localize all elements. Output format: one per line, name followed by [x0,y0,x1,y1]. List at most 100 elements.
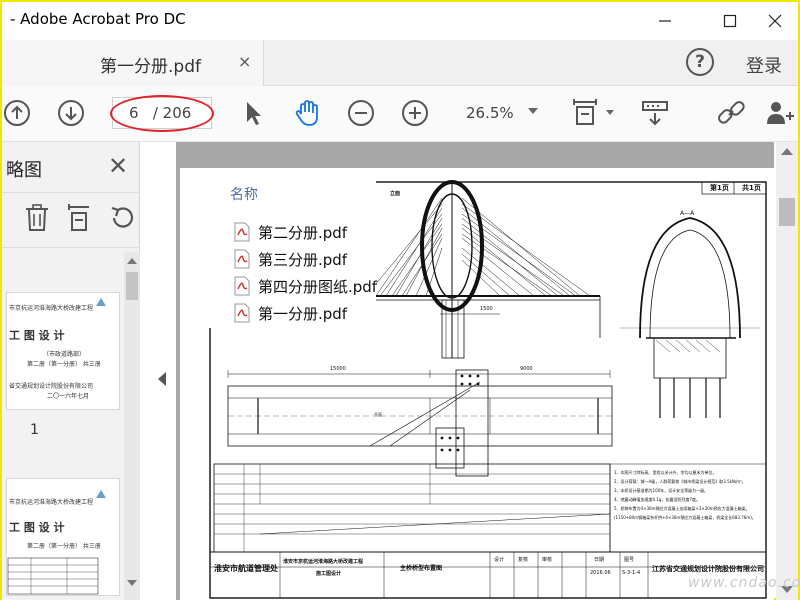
minimize-icon [659,20,671,22]
minus-circle-icon [348,100,374,126]
title-block-drawing-name: 主桥桥型布置图 [400,565,443,572]
window-title: - Adobe Acrobat Pro DC [10,10,186,28]
note-line: 4、地震动峰值加速度0.1g，抗震设防烈度7度。 [614,497,700,502]
delete-page-button[interactable] [24,204,50,232]
plan-label: 平面 [374,412,382,417]
title-bar: - Adobe Acrobat Pro DC [2,2,798,40]
page-thumbnail-2[interactable]: 市京杭运河淮海路大桥改建工程 工 图 设 计 第二册（第一分册） 共三册 [6,478,120,596]
panel-title: 略图 [6,160,42,181]
file-item[interactable]: 第一分册.pdf [234,301,347,325]
scroll-mode-button[interactable] [640,98,670,128]
logo-icon [96,490,106,498]
thumb-text: 第二册（第一分册） 共三册 [27,543,101,550]
panel-splitter[interactable] [140,142,176,600]
toolbar: 6 / 206 26.5% [2,86,798,142]
plus-circle-icon [402,100,428,126]
sheet-number: 第1页 [710,184,729,192]
help-icon[interactable]: ? [686,48,714,76]
minimize-button[interactable] [642,2,688,40]
add-user-button[interactable] [764,98,794,128]
thumbnail-scrollbar[interactable] [124,252,140,600]
tab-close-icon[interactable]: × [238,52,251,71]
hand-tool-button[interactable] [292,98,322,128]
title-block-design: 设计 [494,557,505,563]
title-block-stage: 施工图设计 [316,571,342,577]
document-tab-label: 第一分册.pdf [100,57,201,77]
title-block-company: 江苏省交通规划设计院股份有限公司 [652,565,764,573]
title-block-review: 复核 [518,557,529,563]
next-page-button[interactable] [56,98,86,128]
logo-icon [96,298,106,306]
thumbnail-scroll-thumb[interactable] [126,272,138,300]
file-item[interactable]: 第二分册.pdf [234,220,347,244]
thumb-text: 市京杭运河淮海路大桥改建工程 [9,499,94,506]
chevron-down-icon[interactable] [528,108,538,114]
thumb-text: 市京杭运河淮海路大桥改建工程 [9,305,94,312]
title-block-authority: 淮安市航道管理处 [214,564,278,573]
scroll-up-icon[interactable] [781,148,793,155]
note-line: 5、桥跨布置为4×30m预应力混凝土连续箱梁+3×30m预应力混凝土箱梁。 [614,506,750,511]
thumb-text: 二〇一六年七月 [47,393,90,400]
thumbnails-panel: 略图 ✕ 市京杭运河淮海路大桥改建工程 工 图 设 计 （市政道路部） 第二册（… [2,142,140,600]
rotate-icon [111,206,134,228]
cursor-arrow-icon [247,102,261,125]
thumb-text: 第二册（第一分册） 共三册 [27,361,101,368]
tab-bar: 第一分册.pdf × ? 登录 [2,40,798,86]
title-block-check: 审核 [542,557,553,563]
pdf-file-icon [234,249,250,269]
title-block-drawing-no: S-3-1-4 [622,570,641,576]
note-line: (1150+80m钢箱梁系杆拱+4×30m预应力混凝土箱梁，桥梁全长683.76… [614,515,756,520]
zoom-level: 26.5% [466,104,514,122]
close-window-button[interactable] [752,2,798,40]
window-title-text: - Adobe Acrobat Pro DC [10,10,186,28]
link-icon [718,101,745,124]
dimension-label: 15000 [330,366,346,372]
rotate-page-button[interactable] [108,204,136,232]
zoom-out-button[interactable] [346,98,376,128]
extract-page-button[interactable] [66,204,92,232]
document-tab[interactable]: 第一分册.pdf × [2,40,264,86]
watermark: www.cndao.com [688,575,800,591]
share-link-button[interactable] [716,98,746,128]
previous-page-button[interactable] [2,98,32,128]
file-name: 第四分册图纸.pdf [258,277,378,296]
page-thumbnail-1[interactable]: 市京杭运河淮海路大桥改建工程 工 图 设 计 （市政道路部） 第二册（第一分册）… [6,292,120,410]
scroll-down-icon[interactable] [127,580,137,586]
note-line: 3、本桥设计基准期为100年，设计安全等级为一级。 [614,488,709,493]
keyboard-download-icon [642,101,668,126]
file-item[interactable]: 第三分册.pdf [234,247,347,271]
pdf-file-icon [234,222,250,242]
page-thumbnail-number: 1 [30,422,39,438]
file-name: 第二分册.pdf [258,223,348,242]
zoom-in-button[interactable] [400,98,430,128]
file-item[interactable]: 第四分册图纸.pdf [234,274,377,298]
divider [2,247,138,248]
section-label: A—A [680,210,695,217]
pdf-file-icon [234,303,250,323]
file-list-popup: 名称 第二分册.pdf 第三分册.pdf 第四分册图纸.pdf 第一分册.pdf [208,180,377,328]
section-view [620,217,760,418]
page-extract-icon [68,204,89,231]
note-line: 1、本图尺寸除标高、里程以米计外，余均以厘米为单位。 [614,470,717,475]
close-icon [768,14,782,28]
collapse-panel-icon[interactable] [158,372,166,386]
document-scroll-thumb[interactable] [779,198,795,226]
pdf-file-icon [234,276,250,296]
arrow-up-circle-icon [4,100,30,126]
scroll-up-icon[interactable] [127,258,137,264]
thumb-table-graphic [7,557,99,595]
fit-page-button[interactable] [570,98,600,128]
file-list-header: 名称 [230,187,258,203]
maximize-button[interactable] [707,2,753,40]
dimension-label: 1500 [480,306,493,312]
select-tool-button[interactable] [238,98,268,128]
plan-view [227,369,613,477]
profile-strip [213,463,611,553]
chevron-down-icon[interactable] [606,110,614,115]
title-block-date-label: 日期 [594,557,605,563]
thumb-text: 工 图 设 计 [9,521,65,534]
divider [2,192,138,193]
login-link[interactable]: 登录 [746,52,782,78]
file-name: 第三分册.pdf [258,250,348,269]
panel-close-icon[interactable]: ✕ [108,152,128,180]
